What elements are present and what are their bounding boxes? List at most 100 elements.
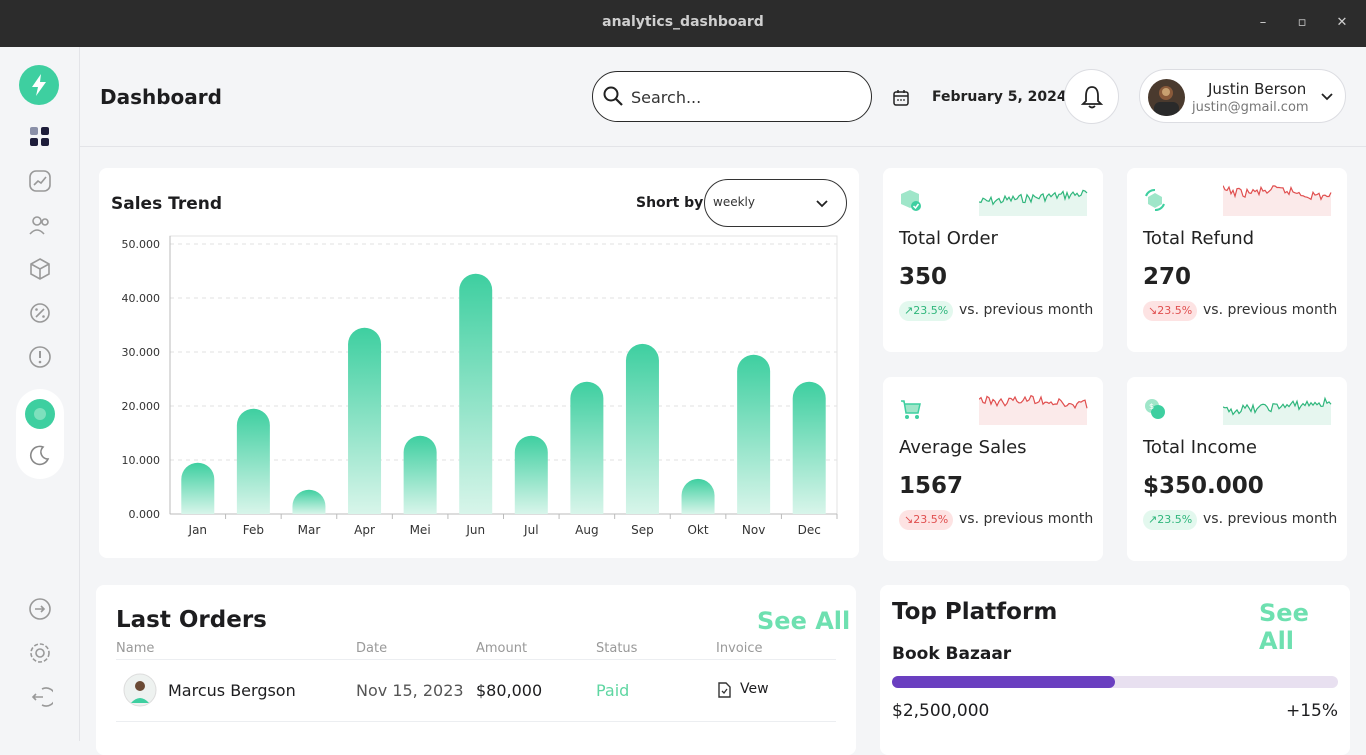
see-all-platforms-link[interactable]: See All xyxy=(1259,599,1350,655)
stat-value: 1567 xyxy=(899,473,964,499)
bar-jul[interactable] xyxy=(514,435,548,514)
refund-icon xyxy=(1145,189,1165,211)
y-tick-label: 0.000 xyxy=(129,508,161,521)
stat-value: $350.000 xyxy=(1143,473,1264,499)
bar-mei[interactable] xyxy=(403,435,437,514)
x-tick-label: Mei xyxy=(410,523,431,537)
x-tick-label: Aug xyxy=(575,523,598,537)
column-header-amount: Amount xyxy=(476,641,528,656)
change-badge: ↗23.5% xyxy=(899,301,954,321)
bar-apr[interactable] xyxy=(348,327,382,514)
order-amount: $80,000 xyxy=(476,681,543,700)
platform-change: +15% xyxy=(1285,701,1338,721)
change-caption: vs. previous month xyxy=(1203,302,1338,318)
last-orders-title: Last Orders xyxy=(116,607,267,633)
bar-okt[interactable] xyxy=(681,478,715,514)
x-tick-label: Jul xyxy=(523,523,538,537)
search-icon xyxy=(603,86,623,106)
change-badge: ↘23.5% xyxy=(1143,301,1198,321)
plot-frame xyxy=(169,235,838,515)
window-titlebar: analytics_dashboard – ▫ ✕ xyxy=(0,0,1366,47)
maximize-button[interactable]: ▫ xyxy=(1293,14,1311,32)
stat-card-total-refund: Total Refund 270 ↘23.5% vs. previous mon… xyxy=(1127,168,1347,352)
notification-button[interactable] xyxy=(1064,69,1119,124)
coin-icon: $ xyxy=(1145,399,1165,419)
user-email: justin@gmail.com xyxy=(1192,100,1309,115)
x-tick-label: Mar xyxy=(298,523,321,537)
progress-fill xyxy=(892,676,1115,688)
order-status: Paid xyxy=(596,681,630,700)
sidebar xyxy=(0,47,80,741)
sparkline xyxy=(1223,396,1332,425)
order-date: Nov 15, 2023 xyxy=(356,681,464,700)
x-tick-label: Apr xyxy=(354,523,375,537)
discount-icon[interactable] xyxy=(27,300,53,326)
sales-trend-card: Sales Trend Short by: weekly 0.000 10.000… xyxy=(99,168,859,558)
column-header-date: Date xyxy=(356,641,388,656)
change-value: 23.5% xyxy=(1157,513,1193,526)
platform-progress-bar xyxy=(892,676,1338,688)
change-caption: vs. previous month xyxy=(1203,511,1338,527)
divider xyxy=(116,659,836,660)
change-value: 23.5% xyxy=(1157,304,1193,317)
settings-icon[interactable] xyxy=(27,640,53,666)
bar-jun[interactable] xyxy=(459,273,493,514)
sales-chart: 0.000 10.000 20.000 30.000 40.000 50.000 Jan Fe… xyxy=(122,235,838,537)
stat-card-average-sales: Average Sales 1567 ↘23.5% vs. previous m… xyxy=(883,377,1103,561)
stat-label: Total Order xyxy=(899,228,998,249)
bar-sep[interactable] xyxy=(625,343,659,514)
y-tick-label: 50.000 xyxy=(122,238,161,251)
column-header-invoice: Invoice xyxy=(716,641,763,656)
bar-mar[interactable] xyxy=(292,489,326,514)
y-tick-label: 30.000 xyxy=(122,346,161,359)
column-header-name: Name xyxy=(116,641,155,656)
x-tick-label: Dec xyxy=(798,523,821,537)
sun-icon[interactable] xyxy=(24,398,56,430)
cube-icon xyxy=(901,190,921,211)
logout-icon[interactable] xyxy=(27,684,53,710)
order-customer-name: Marcus Bergson xyxy=(168,681,296,700)
x-tick-label: Jan xyxy=(188,523,208,537)
user-menu[interactable]: Justin Berson justin@gmail.com xyxy=(1139,69,1346,123)
cart-icon xyxy=(901,400,921,419)
document-icon xyxy=(718,682,731,698)
change-badge: ↗23.5% xyxy=(1143,510,1198,530)
invoice-label: Vew xyxy=(740,681,769,697)
x-tick-label: Sep xyxy=(631,523,654,537)
change-value: 23.5% xyxy=(913,513,949,526)
x-tick-label: Okt xyxy=(687,523,708,537)
moon-icon[interactable] xyxy=(28,443,52,467)
user-name: Justin Berson xyxy=(1208,80,1307,98)
box-icon[interactable] xyxy=(27,256,53,282)
see-all-orders-link[interactable]: See All xyxy=(757,607,850,635)
lightning-icon xyxy=(32,74,46,96)
bell-icon xyxy=(1080,86,1104,109)
trend-icon[interactable] xyxy=(27,168,53,194)
search-box[interactable] xyxy=(592,71,872,122)
stat-card-total-order: Total Order 350 ↗23.5% vs. previous mont… xyxy=(883,168,1103,352)
window-title: analytics_dashboard xyxy=(602,14,764,30)
app-logo[interactable] xyxy=(19,65,59,105)
bar-nov[interactable] xyxy=(737,354,771,514)
bar-dec[interactable] xyxy=(792,381,826,514)
sparkline xyxy=(979,394,1088,425)
x-tick-label: Nov xyxy=(742,523,765,537)
bar-jan[interactable] xyxy=(181,462,215,514)
info-icon[interactable] xyxy=(27,344,53,370)
close-button[interactable]: ✕ xyxy=(1333,14,1351,32)
bar-aug[interactable] xyxy=(570,381,604,514)
users-icon[interactable] xyxy=(27,212,53,238)
platform-amount: $2,500,000 xyxy=(892,701,990,721)
theme-toggle xyxy=(16,389,64,479)
sparkline xyxy=(979,189,1088,216)
x-tick-label: Jun xyxy=(465,523,485,537)
search-input[interactable] xyxy=(631,85,861,109)
bar-feb[interactable] xyxy=(236,408,270,514)
change-caption: vs. previous month xyxy=(959,302,1094,318)
dashboard-icon[interactable] xyxy=(27,124,53,150)
login-icon[interactable] xyxy=(27,596,53,622)
minimize-button[interactable]: – xyxy=(1254,14,1272,32)
page-title: Dashboard xyxy=(100,85,222,109)
stat-label: Total Income xyxy=(1143,437,1257,458)
y-tick-label: 10.000 xyxy=(122,454,161,467)
